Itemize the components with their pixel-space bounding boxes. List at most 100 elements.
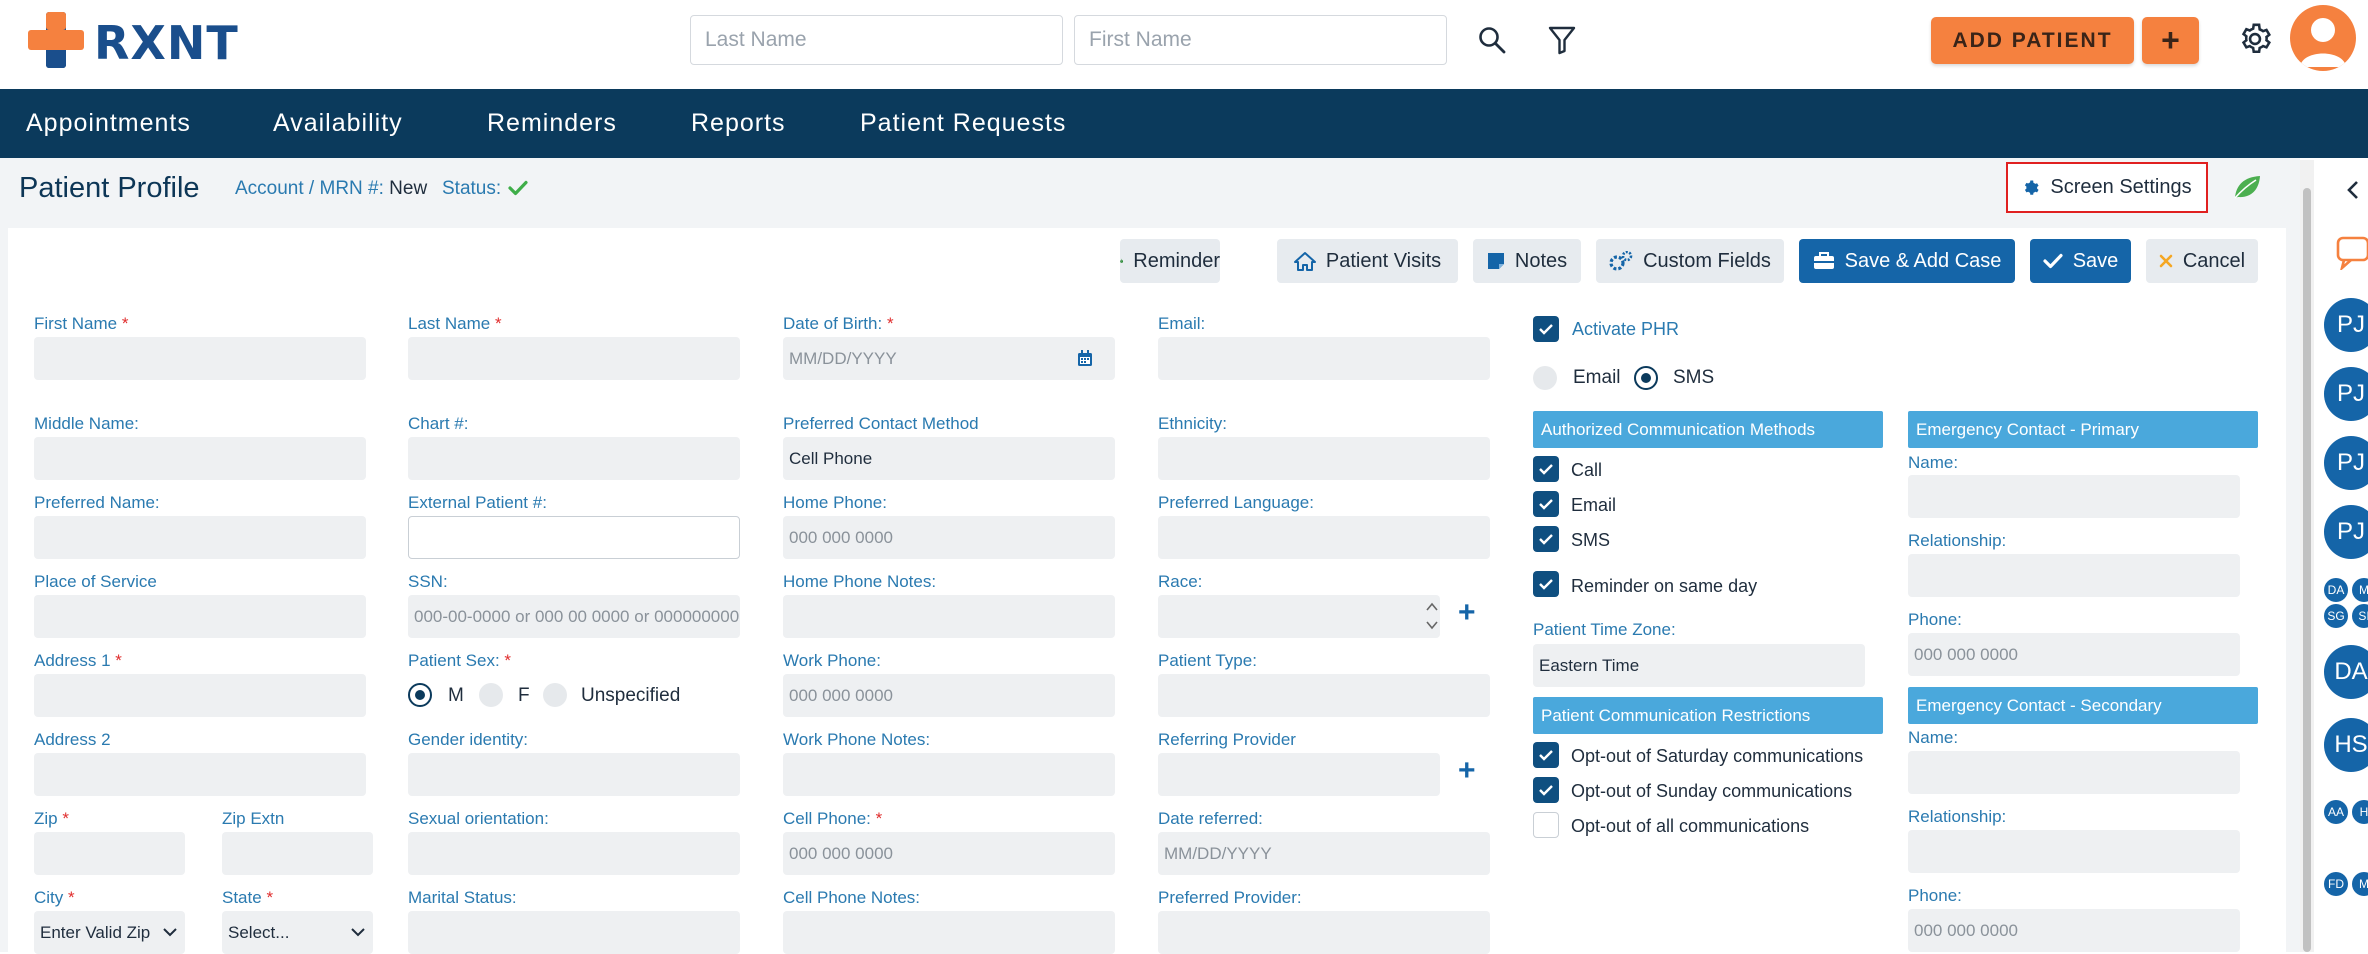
preferred-provider-input[interactable]	[1158, 911, 1490, 954]
reminder-button[interactable]: Reminder	[1120, 239, 1220, 283]
nav-availability[interactable]: Availability	[273, 109, 403, 138]
external-patient-input[interactable]	[408, 516, 740, 559]
add-race-icon[interactable]: +	[1458, 596, 1476, 630]
calendar-icon[interactable]	[1077, 350, 1093, 367]
avatar-hs[interactable]: HS	[2324, 718, 2368, 772]
avatar-mini-aa[interactable]: AA	[2324, 800, 2348, 824]
gender-identity-label: Gender identity:	[408, 730, 529, 749]
optout-sunday-checkbox[interactable]	[1533, 777, 1559, 803]
cell-phone-input[interactable]: 000 000 0000	[783, 832, 1115, 875]
optout-saturday-checkbox[interactable]	[1533, 742, 1559, 768]
secondary-relationship-input[interactable]	[1908, 830, 2240, 873]
date-referred-input[interactable]: MM/DD/YYYY	[1158, 832, 1490, 875]
email-input[interactable]	[1158, 337, 1490, 380]
primary-phone-input[interactable]: 000 000 0000	[1908, 633, 2240, 676]
last-name-input[interactable]	[408, 337, 740, 380]
preferred-name-input[interactable]	[34, 516, 366, 559]
state-select[interactable]: Select...	[222, 911, 373, 954]
save-add-case-button[interactable]: Save & Add Case	[1799, 239, 2015, 283]
avatar-mini-m2[interactable]: M	[2352, 872, 2368, 896]
preferred-contact-select[interactable]: Cell Phone	[783, 437, 1115, 480]
first-name-input[interactable]	[34, 337, 366, 380]
patient-type-input[interactable]	[1158, 674, 1490, 717]
first-name-search-input[interactable]	[1074, 15, 1447, 65]
address2-input[interactable]	[34, 753, 366, 796]
sex-unspecified-radio[interactable]	[543, 683, 567, 707]
chevron-left-icon[interactable]	[2346, 180, 2360, 200]
nav-appointments[interactable]: Appointments	[26, 109, 191, 138]
filter-icon[interactable]	[1548, 25, 1576, 55]
phr-sms-radio[interactable]	[1634, 366, 1658, 390]
phr-email-radio[interactable]	[1533, 366, 1557, 390]
avatar-pj-4[interactable]: PJ	[2324, 505, 2368, 559]
rxnt-logo[interactable]: RXNT	[28, 12, 238, 70]
add-referring-provider-icon[interactable]: +	[1458, 754, 1476, 788]
chat-icon[interactable]	[2336, 236, 2368, 270]
activate-phr-checkbox[interactable]	[1533, 316, 1559, 342]
avatar-mini-si[interactable]: SI	[2352, 604, 2368, 628]
primary-relationship-input[interactable]	[1908, 554, 2240, 597]
race-input[interactable]	[1158, 595, 1440, 638]
nav-reminders[interactable]: Reminders	[487, 109, 617, 138]
nav-reports[interactable]: Reports	[691, 109, 786, 138]
work-phone-input[interactable]: 000 000 0000	[783, 674, 1115, 717]
notes-button[interactable]: Notes	[1473, 239, 1581, 283]
timezone-select[interactable]: Eastern Time	[1533, 644, 1865, 687]
add-plus-button[interactable]: +	[2142, 17, 2199, 64]
gear-icon[interactable]	[2238, 22, 2272, 56]
user-avatar[interactable]	[2290, 5, 2356, 71]
avatar-mini-h[interactable]: H	[2352, 800, 2368, 824]
home-phone-notes-input[interactable]	[783, 595, 1115, 638]
ethnicity-input[interactable]	[1158, 437, 1490, 480]
sex-f-radio[interactable]	[479, 683, 503, 707]
referring-provider-input[interactable]	[1158, 753, 1440, 796]
auth-sms-checkbox[interactable]	[1533, 526, 1559, 552]
cell-phone-notes-input[interactable]	[783, 911, 1115, 954]
screen-settings-button[interactable]: Screen Settings	[2006, 162, 2208, 213]
secondary-name-input[interactable]	[1908, 751, 2240, 794]
avatar-mini-m[interactable]: M	[2352, 578, 2368, 602]
gender-identity-input[interactable]	[408, 753, 740, 796]
scrollbar-thumb[interactable]	[2303, 188, 2311, 952]
reminder-same-day-checkbox[interactable]	[1533, 571, 1559, 597]
patient-visits-button[interactable]: Patient Visits	[1277, 239, 1458, 283]
avatar-mini-sg[interactable]: SG	[2324, 604, 2348, 628]
chart-number-input[interactable]	[408, 437, 740, 480]
dob-input[interactable]: MM/DD/YYYY	[783, 337, 1115, 380]
marital-status-input[interactable]	[408, 911, 740, 954]
custom-fields-button[interactable]: Custom Fields	[1596, 239, 1784, 283]
address1-input[interactable]	[34, 674, 366, 717]
scrollbar-track[interactable]	[2300, 160, 2314, 952]
save-button[interactable]: Save	[2030, 239, 2131, 283]
auth-email-checkbox[interactable]	[1533, 491, 1559, 517]
avatar-da[interactable]: DA	[2324, 645, 2368, 699]
search-icon[interactable]	[1478, 26, 1506, 54]
middle-name-input[interactable]	[34, 437, 366, 480]
place-of-service-input[interactable]	[34, 595, 366, 638]
ssn-input[interactable]: 000-00-0000 or 000 00 0000 or 000000000	[408, 595, 740, 638]
race-spinner-icon[interactable]	[1424, 597, 1440, 635]
secondary-phone-input[interactable]: 000 000 0000	[1908, 909, 2240, 952]
add-patient-button[interactable]: ADD PATIENT	[1931, 17, 2134, 64]
sexual-orientation-input[interactable]	[408, 832, 740, 875]
call-checkbox[interactable]	[1533, 456, 1559, 482]
home-phone-input[interactable]: 000 000 0000	[783, 516, 1115, 559]
avatar-pj-3[interactable]: PJ	[2324, 436, 2368, 490]
cancel-button[interactable]: Cancel	[2146, 239, 2258, 283]
avatar-pj-1[interactable]: PJ	[2324, 298, 2368, 352]
avatar-mini-da[interactable]: DA	[2324, 578, 2348, 602]
work-phone-notes-input[interactable]	[783, 753, 1115, 796]
optout-all-checkbox[interactable]	[1533, 812, 1559, 838]
last-name-search-input[interactable]	[690, 15, 1063, 65]
settings-gear-icon	[2025, 180, 2039, 195]
sex-m-radio[interactable]	[408, 683, 432, 707]
nav-patient-requests[interactable]: Patient Requests	[860, 109, 1066, 138]
primary-name-input[interactable]	[1908, 475, 2240, 518]
avatar-mini-fd[interactable]: FD	[2324, 872, 2348, 896]
city-select[interactable]: Enter Valid Zip	[34, 911, 185, 954]
zip-extn-input[interactable]	[222, 832, 373, 875]
zip-input[interactable]	[34, 832, 185, 875]
preferred-language-input[interactable]	[1158, 516, 1490, 559]
avatar-pj-2[interactable]: PJ	[2324, 367, 2368, 421]
leaf-icon[interactable]	[2232, 173, 2262, 201]
